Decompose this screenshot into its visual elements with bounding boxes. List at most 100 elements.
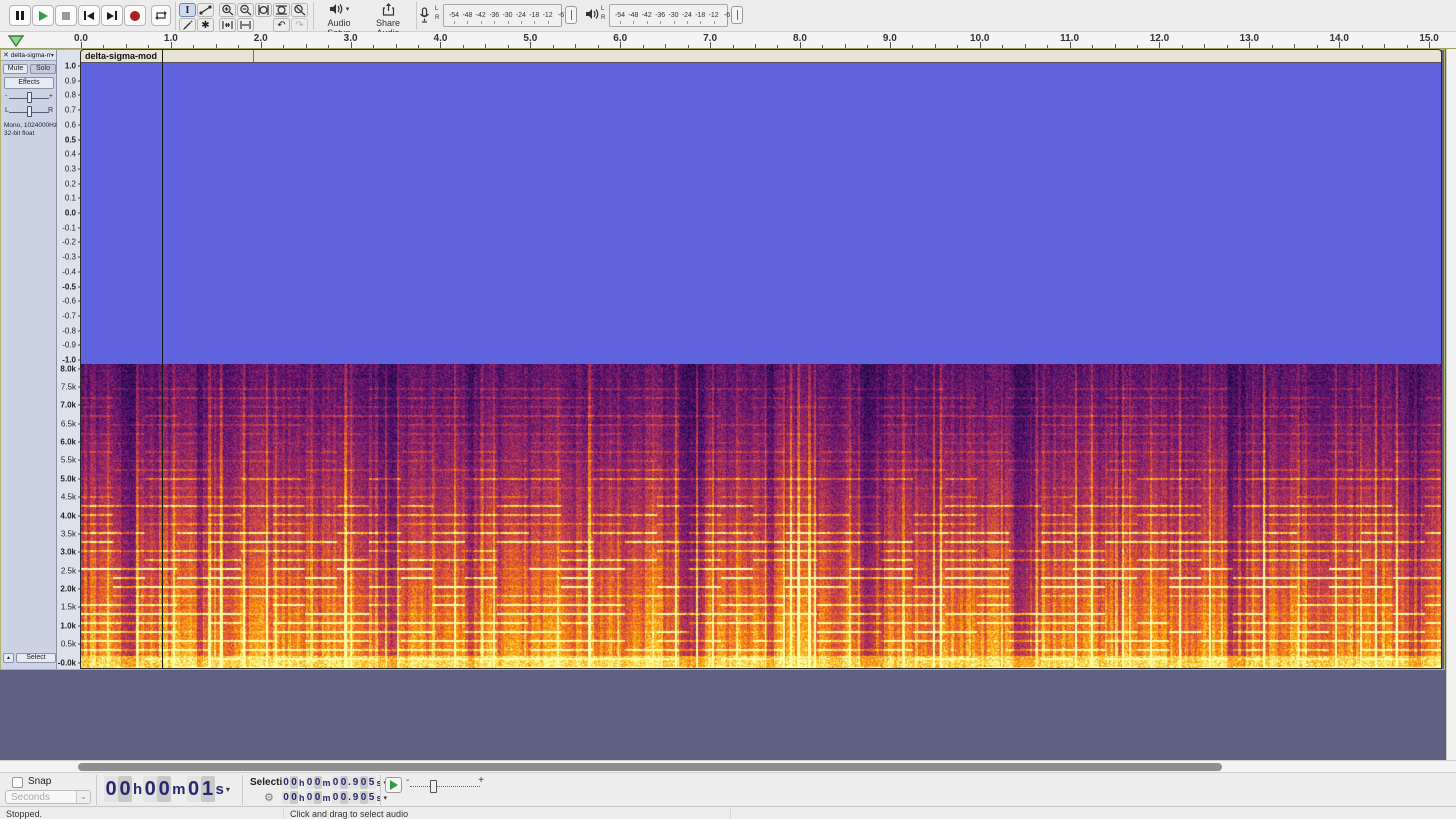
zoom-out-icon (239, 4, 252, 16)
select-track-button[interactable]: Select (16, 653, 56, 663)
time-digit[interactable]: 0 (143, 776, 157, 802)
gain-slider[interactable]: - + (3, 92, 55, 104)
track-control-panel[interactable]: ✕ delta-sigma-m ▾ Mute Solo Effects - + … (1, 50, 57, 669)
playback-meter[interactable]: LR -54-48-42-36-30-24-18-12-6 (585, 3, 745, 29)
time-digit[interactable]: 0 (314, 791, 322, 804)
meter-db-label: -54 (615, 12, 625, 19)
time-digit[interactable]: . (348, 791, 352, 804)
playback-speed-slider[interactable]: - + (404, 777, 486, 795)
spectrogram-view[interactable] (81, 364, 1441, 668)
audio-position-display[interactable]: 00h00m01s▾ (104, 776, 230, 802)
recording-meter[interactable]: LR -54-48-42-36-30-24-18-12-6 (419, 3, 579, 29)
zoom-out-button[interactable] (237, 3, 254, 17)
time-digit[interactable]: 0 (360, 776, 368, 789)
clip-title-bar[interactable]: delta-sigma-mod (81, 50, 1441, 63)
time-digit[interactable]: 0 (282, 791, 290, 804)
caret-down-icon[interactable]: ▾ (384, 794, 388, 802)
time-digit[interactable]: 0 (340, 791, 348, 804)
envelope-tool-button[interactable] (197, 3, 214, 17)
time-digit[interactable]: 5 (368, 776, 376, 789)
horizontal-scrollbar[interactable] (0, 760, 1456, 772)
track-workspace[interactable]: ✕ delta-sigma-m ▾ Mute Solo Effects - + … (0, 49, 1456, 760)
selection-start-display[interactable]: 00h00m00.905s▾ (282, 776, 387, 789)
time-digit[interactable]: 0 (332, 791, 340, 804)
vertical-scrollbar[interactable] (1446, 49, 1456, 760)
pan-slider[interactable]: L R (3, 106, 55, 118)
loop-button[interactable] (151, 5, 171, 26)
timeline-tick (890, 42, 891, 48)
skip-to-start-button[interactable] (78, 5, 100, 26)
zoom-in-button[interactable] (219, 3, 236, 17)
time-digit[interactable]: 0 (104, 776, 118, 802)
zoom-selection-button[interactable] (255, 3, 272, 17)
undo-button[interactable]: ↶ (273, 18, 290, 32)
timeline-tick (957, 45, 958, 48)
share-audio-button[interactable]: Share Audio (364, 0, 412, 32)
trim-audio-button[interactable] (219, 18, 236, 32)
time-digit[interactable]: 9 (352, 776, 360, 789)
time-digit[interactable]: 0 (306, 776, 314, 789)
snap-mode-select[interactable]: Seconds ⌄ (5, 790, 91, 804)
main-toolbar: I ✱ ↶ ↷ ▾ Audio Setup Share Audio (0, 0, 1456, 32)
time-digit[interactable]: 5 (368, 791, 376, 804)
scale-label: 0.0 (65, 209, 76, 218)
time-digit[interactable]: 0 (187, 776, 201, 802)
track-name-menu[interactable]: delta-sigma-m (11, 52, 51, 59)
timeline-tick (1204, 44, 1205, 48)
play-at-speed-button[interactable] (385, 777, 402, 793)
close-track-button[interactable]: ✕ (1, 51, 11, 59)
time-digit[interactable]: 9 (352, 791, 360, 804)
scale-label: -0.9 (62, 341, 76, 350)
effects-button[interactable]: Effects (4, 77, 54, 89)
time-digit[interactable]: 0 (290, 776, 298, 789)
time-digit[interactable]: 0 (290, 791, 298, 804)
speed-slider-thumb[interactable] (430, 780, 437, 793)
draw-tool-button[interactable] (179, 18, 196, 32)
audio-clip[interactable]: delta-sigma-mod (80, 49, 1442, 669)
meter-channel-labels: LR (435, 5, 439, 23)
snap-checkbox[interactable] (12, 777, 23, 788)
mute-button[interactable]: Mute (3, 64, 28, 74)
scale-label: 0.4 (65, 150, 76, 159)
selection-tool-button[interactable]: I (179, 3, 196, 17)
waveform-view[interactable] (81, 63, 1441, 364)
vertical-scale-ruler[interactable]: 1.00.90.80.70.60.50.40.30.20.10.0-0.1-0.… (57, 50, 81, 669)
gear-icon[interactable]: ⚙ (264, 791, 274, 804)
pan-slider-thumb[interactable] (27, 106, 32, 117)
time-digit[interactable]: 0 (332, 776, 340, 789)
gain-slider-thumb[interactable] (27, 92, 32, 103)
caret-down-icon[interactable]: ▾ (226, 785, 230, 794)
timeline-tick (1362, 45, 1363, 48)
time-digit[interactable]: 0 (340, 776, 348, 789)
timeline-ruler[interactable]: 0.01.02.03.04.05.06.07.08.09.010.011.012… (0, 32, 1456, 49)
time-digit[interactable]: 1 (201, 776, 215, 802)
skip-to-end-button[interactable] (101, 5, 123, 26)
silence-audio-button[interactable] (237, 18, 254, 32)
time-digit[interactable]: 0 (314, 776, 322, 789)
horizontal-scrollbar-thumb[interactable] (78, 763, 1222, 771)
time-digit[interactable]: 0 (282, 776, 290, 789)
time-digit[interactable]: 0 (118, 776, 132, 802)
meter-db-label: -42 (642, 12, 652, 19)
redo-button[interactable]: ↷ (291, 18, 308, 32)
gain-min-label: - (5, 93, 7, 100)
time-digit[interactable]: . (348, 776, 352, 789)
multi-tool-button[interactable]: ✱ (197, 18, 214, 32)
pause-button[interactable] (9, 5, 31, 26)
slider-track (410, 786, 480, 787)
time-digit[interactable]: 0 (360, 791, 368, 804)
timeline-pin-icon[interactable] (7, 35, 25, 47)
zoom-toggle-button[interactable] (291, 3, 308, 17)
play-button[interactable] (32, 5, 54, 26)
solo-button[interactable]: Solo (30, 64, 56, 74)
time-digit[interactable]: 0 (306, 791, 314, 804)
stop-button[interactable] (55, 5, 77, 26)
scale-label: 0.8 (65, 91, 76, 100)
audio-setup-button[interactable]: ▾ Audio Setup (316, 0, 362, 32)
selection-end-display[interactable]: 00h00m00.905s▾ (282, 791, 387, 804)
zoom-fit-project-button[interactable] (273, 3, 290, 17)
time-digit[interactable]: 0 (157, 776, 171, 802)
record-button[interactable] (124, 5, 146, 26)
status-hint: Click and drag to select audio (290, 809, 408, 819)
collapse-track-button[interactable]: ▲ (3, 653, 14, 663)
